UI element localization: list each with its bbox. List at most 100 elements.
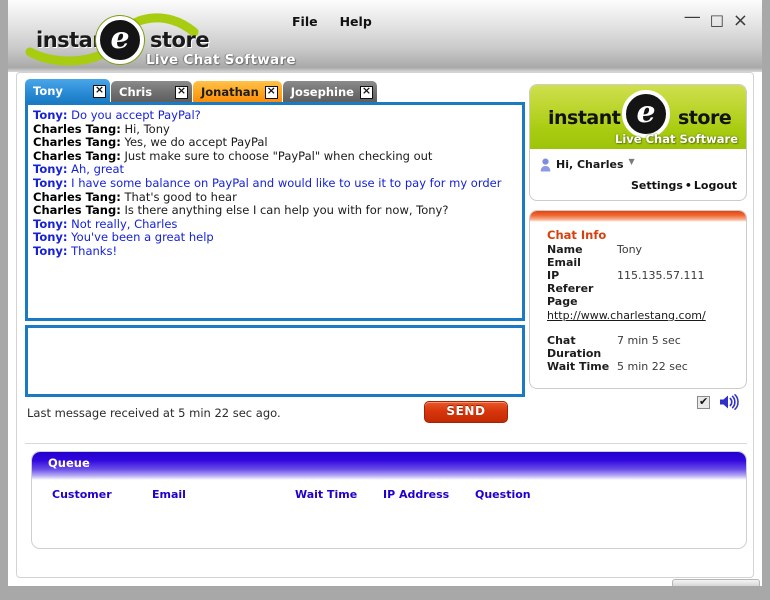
user-avatar-icon: [540, 157, 551, 172]
queue-column-email[interactable]: Email: [152, 488, 295, 501]
sidebar-brand-e-letter: e: [636, 95, 656, 130]
menu-bar: File Help: [292, 14, 372, 29]
tab-label: Josephine: [290, 85, 354, 99]
app-header: instant e store Live Chat Software File …: [8, 0, 762, 72]
user-greeting-label: Hi, Charles: [556, 157, 624, 171]
tab-close-icon[interactable]: [359, 85, 373, 99]
chat-message: Tony: Not really, Charles: [33, 216, 517, 232]
chat-message: Charles Tang: That's good to hear: [33, 190, 517, 205]
chat-message: Charles Tang: Yes, we do accept PayPal: [33, 135, 517, 150]
chat-info-value: 115.135.57.111: [617, 269, 705, 282]
tab-label: Jonathan: [201, 85, 259, 99]
minimize-icon[interactable]: —: [684, 9, 701, 26]
queue-column-headers: Customer Email Wait Time IP Address Ques…: [32, 488, 746, 501]
chat-info-value: Tony: [617, 243, 643, 256]
message-text: Is there anything else I can help you wi…: [124, 203, 449, 218]
chat-tab-strip: Tony Chris Jonathan Josephine: [25, 79, 525, 103]
message-text: Thanks!: [71, 243, 118, 258]
chat-message: Charles Tang: Hi, Tony: [33, 121, 517, 137]
message-text: You've been a great help: [71, 230, 214, 245]
logout-link[interactable]: Logout: [694, 179, 737, 192]
message-author: Tony:: [33, 243, 68, 258]
link-separator: •: [684, 179, 692, 192]
chat-column: Tony Chris Jonathan Josephine: [25, 79, 525, 439]
user-greeting-row[interactable]: Hi, Charles ▼: [540, 157, 635, 172]
sidebar-brand-instant: instant: [548, 107, 621, 129]
speaker-on-icon[interactable]: [719, 394, 739, 410]
section-divider: [25, 443, 747, 444]
chevron-down-icon[interactable]: ▼: [629, 157, 635, 166]
chat-info-header-bar: [530, 211, 746, 222]
chat-info-row-duration: Chat 7 min 5 sec: [547, 334, 737, 347]
message-input[interactable]: [28, 328, 522, 394]
chat-info-title: Chat Info: [547, 228, 607, 242]
tab-close-icon[interactable]: [264, 85, 278, 99]
message-author: Tony:: [33, 108, 68, 122]
chat-info-key: Wait Time: [547, 360, 610, 373]
sidebar-brand-e-icon: e: [622, 90, 670, 138]
chat-info-key-cont: Duration: [547, 347, 602, 360]
chat-info-row-ip: IP 115.135.57.111: [547, 269, 737, 282]
message-text: Yes, we do accept PayPal: [124, 135, 268, 150]
chat-info-row-email: Email: [547, 256, 737, 269]
queue-title: Queue: [48, 456, 90, 470]
message-compose-box[interactable]: [25, 325, 525, 397]
message-author: Charles Tang:: [33, 135, 121, 150]
queue-column-ip-address[interactable]: IP Address: [383, 488, 475, 501]
tab-tony[interactable]: Tony: [25, 79, 110, 103]
chat-message: Tony: I have some balance on PayPal and …: [33, 175, 517, 191]
chat-info-rows: Name Tony Email IP 115.135.57.111 Refere…: [547, 243, 737, 373]
message-author: Tony:: [33, 162, 68, 177]
maximize-icon[interactable]: □: [710, 12, 724, 29]
queue-column-question[interactable]: Question: [475, 488, 531, 501]
chat-message: Charles Tang: Just make sure to choose "…: [33, 148, 517, 164]
chat-message: Charles Tang: Is there anything else I c…: [33, 203, 517, 218]
brand-e-letter: e: [110, 21, 130, 56]
send-button[interactable]: SEND: [424, 401, 508, 423]
message-author: Charles Tang:: [33, 148, 121, 163]
message-text: Hi, Tony: [124, 121, 170, 136]
tab-josephine[interactable]: Josephine: [282, 81, 377, 103]
settings-link[interactable]: Settings: [631, 179, 683, 192]
chat-info-value: 7 min 5 sec: [617, 334, 681, 347]
menu-item-file[interactable]: File: [292, 14, 318, 29]
queue-column-customer[interactable]: Customer: [52, 488, 152, 501]
chat-info-key: Chat: [547, 334, 576, 347]
chat-message: Tony: Ah, great: [33, 163, 517, 177]
queue-header-bar: [32, 452, 746, 480]
referer-page-link[interactable]: http://www.charlestang.com/: [547, 309, 737, 322]
message-author: Tony:: [33, 175, 68, 190]
message-text: Not really, Charles: [71, 216, 178, 231]
message-text: Ah, great: [71, 162, 125, 177]
chat-status-bar: Last message received at 5 min 22 sec ag…: [25, 401, 525, 427]
window-bottom-strip: [16, 578, 770, 588]
sidebar-brand-store: store: [678, 107, 732, 129]
brand-text-store: store: [150, 28, 210, 52]
window-inner: instant e store Live Chat Software File …: [8, 0, 762, 588]
message-author: Charles Tang:: [33, 121, 121, 136]
tab-label: Tony: [33, 84, 63, 98]
tab-jonathan[interactable]: Jonathan: [193, 81, 282, 103]
close-icon[interactable]: ×: [733, 12, 748, 30]
resize-grip[interactable]: [672, 579, 760, 588]
chat-transcript[interactable]: Tony: Do you accept PayPal? Charles Tang…: [25, 102, 525, 321]
account-panel: instant e store Live Chat Software Hi, C…: [529, 84, 747, 201]
chat-info-key: Email: [547, 256, 581, 269]
application-window: instant e store Live Chat Software File …: [0, 0, 770, 600]
sidebar-column: instant e store Live Chat Software Hi, C…: [529, 79, 747, 439]
chat-info-row-wait: Wait Time 5 min 22 sec: [547, 360, 737, 373]
sidebar-brand-tagline: Live Chat Software: [615, 132, 738, 146]
message-author: Tony:: [33, 230, 68, 245]
chat-info-key: IP: [547, 269, 560, 282]
tab-close-icon[interactable]: [93, 84, 106, 98]
chat-info-row-duration-cont: Duration: [547, 347, 737, 360]
chat-message: Tony: Do you accept PayPal?: [33, 108, 517, 123]
chat-info-key: Name: [547, 243, 583, 256]
tab-chris[interactable]: Chris: [111, 81, 192, 103]
menu-item-help[interactable]: Help: [340, 14, 372, 29]
sound-enabled-checkbox[interactable]: [697, 395, 710, 409]
tab-close-icon[interactable]: [175, 85, 188, 99]
queue-column-wait-time[interactable]: Wait Time: [295, 488, 383, 501]
sidebar-brand-banner: instant e store Live Chat Software: [530, 85, 746, 149]
